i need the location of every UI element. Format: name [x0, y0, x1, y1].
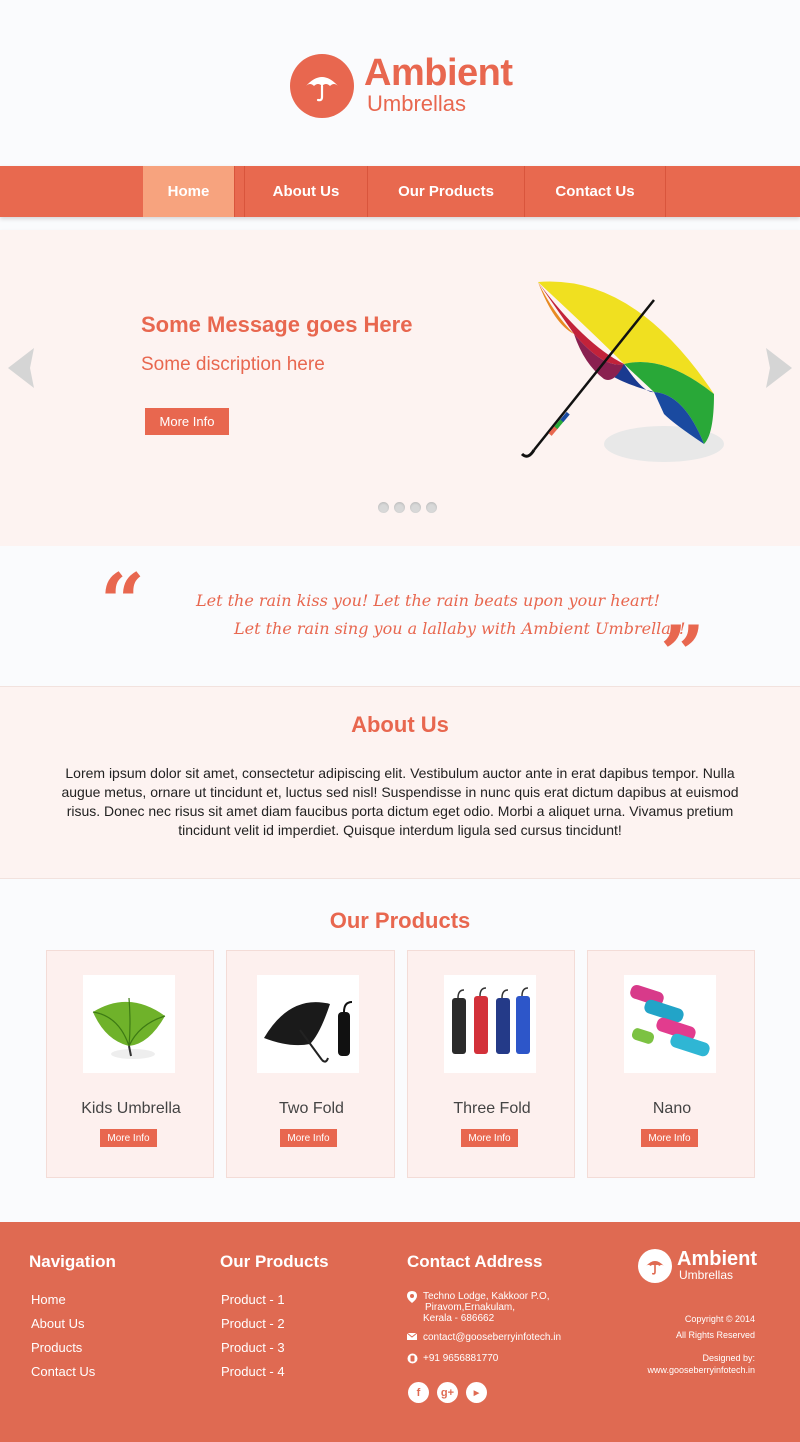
- slider-dots: [378, 502, 437, 513]
- footer-link-product-4[interactable]: Product - 4: [221, 1364, 285, 1388]
- footer-link-products[interactable]: Products: [31, 1340, 95, 1364]
- umbrella-icon: [290, 54, 354, 118]
- rainbow-umbrella-image: [514, 274, 734, 474]
- footer-products-list: Product - 1 Product - 2 Product - 3 Prod…: [221, 1292, 285, 1388]
- main-nav: Home About Us Our Products Contact Us: [0, 166, 800, 217]
- copyright-line-1: Copyright © 2014: [684, 1314, 755, 1324]
- mail-icon: [406, 1332, 423, 1343]
- copyright-line-2: All Rights Reserved: [675, 1330, 755, 1340]
- footer-brand-title: Ambient: [677, 1248, 757, 1270]
- product-more-info-button[interactable]: More Info: [280, 1129, 337, 1147]
- facebook-icon[interactable]: f: [408, 1382, 429, 1403]
- footer-email: contact@gooseberryinfotech.in: [406, 1332, 561, 1343]
- about-section: About Us Lorem ipsum dolor sit amet, con…: [0, 686, 800, 879]
- brand-subtitle: Umbrellas: [367, 91, 467, 116]
- product-card[interactable]: Kids Umbrella More Info: [46, 950, 214, 1178]
- slide-description: Some discription here: [141, 354, 325, 375]
- designed-by: Designed by: www.gooseberryinfotech.in: [647, 1352, 755, 1376]
- location-pin-icon: [407, 1291, 423, 1324]
- quote-section: “ Let the rain kiss you! Let the rain be…: [0, 546, 800, 694]
- product-more-info-button[interactable]: More Info: [461, 1129, 518, 1147]
- slider-dot[interactable]: [410, 502, 421, 513]
- nav-our-products[interactable]: Our Products: [368, 166, 525, 217]
- footer-link-product-3[interactable]: Product - 3: [221, 1340, 285, 1364]
- product-card[interactable]: Three Fold More Info: [407, 950, 575, 1178]
- designed-by-label: Designed by:: [702, 1353, 755, 1363]
- brand-title: Ambient: [364, 52, 513, 94]
- footer-brand-subtitle: Umbrellas: [679, 1268, 734, 1282]
- footer-nav-heading: Navigation: [29, 1252, 116, 1271]
- slide-more-info-button[interactable]: More Info: [145, 408, 229, 435]
- footer-contact-heading: Contact Address: [407, 1252, 543, 1271]
- products-section: Our Products Kids Umbrella More Info Two…: [0, 880, 800, 1222]
- nano-umbrella-image: [624, 975, 716, 1073]
- footer-link-product-1[interactable]: Product - 1: [221, 1292, 285, 1316]
- address-line-3: Kerala - 686662: [423, 1313, 495, 1324]
- address-line-1: Techno Lodge, Kakkoor P.O,: [423, 1291, 550, 1302]
- google-plus-icon[interactable]: g+: [437, 1382, 458, 1403]
- nav-home[interactable]: Home: [143, 166, 235, 217]
- about-text: Lorem ipsum dolor sit amet, consectetur …: [61, 765, 739, 838]
- address-line-2: Piravom,Ernakulam,: [425, 1302, 516, 1313]
- slider-dot[interactable]: [394, 502, 405, 513]
- product-name: Three Fold: [453, 1100, 531, 1117]
- brand-logo[interactable]: Ambient Umbrellas: [290, 54, 513, 118]
- product-name: Kids Umbrella: [81, 1100, 181, 1117]
- footer-nav-list: Home About Us Products Contact Us: [31, 1292, 95, 1388]
- two-fold-umbrella-image: [257, 975, 359, 1073]
- slider-dot[interactable]: [378, 502, 389, 513]
- product-more-info-button[interactable]: More Info: [641, 1129, 698, 1147]
- site-footer: Navigation Home About Us Products Contac…: [0, 1222, 800, 1442]
- product-name: Nano: [652, 1100, 692, 1117]
- email-address[interactable]: contact@gooseberryinfotech.in: [423, 1332, 561, 1343]
- products-title: Our Products: [329, 908, 471, 933]
- about-title: About Us: [351, 712, 449, 737]
- slider-next-arrow-icon[interactable]: [760, 346, 800, 390]
- footer-link-contact-us[interactable]: Contact Us: [31, 1364, 95, 1388]
- youtube-icon[interactable]: ▶: [466, 1382, 487, 1403]
- footer-link-about-us[interactable]: About Us: [31, 1316, 95, 1340]
- product-more-info-button[interactable]: More Info: [100, 1129, 157, 1147]
- kids-umbrella-image: [83, 975, 175, 1073]
- footer-products-heading: Our Products: [220, 1252, 329, 1271]
- footer-brand-logo[interactable]: Ambient Umbrellas: [638, 1249, 757, 1283]
- product-name: Two Fold: [279, 1100, 344, 1117]
- open-quote-icon: “: [100, 557, 145, 648]
- three-fold-umbrella-image: [444, 975, 536, 1073]
- nav-about-us[interactable]: About Us: [244, 166, 368, 217]
- footer-address: Techno Lodge, Kakkoor P.O, Piravom,Ernak…: [407, 1291, 550, 1324]
- umbrella-icon: [638, 1249, 672, 1283]
- nav-contact-us[interactable]: Contact Us: [525, 166, 666, 217]
- slide-title: Some Message goes Here: [141, 312, 413, 337]
- designed-by-link[interactable]: www.gooseberryinfotech.in: [647, 1364, 755, 1376]
- copyright: Copyright © 2014 All Rights Reserved: [676, 1313, 755, 1341]
- slider-dot[interactable]: [426, 502, 437, 513]
- slider-prev-arrow-icon[interactable]: [0, 346, 40, 390]
- site-header: Ambient Umbrellas: [0, 0, 800, 166]
- phone-icon: [407, 1353, 423, 1367]
- quote-line-1: Let the rain kiss you! Let the rain beat…: [196, 591, 661, 610]
- footer-link-home[interactable]: Home: [31, 1292, 95, 1316]
- hero-slider: Some Message goes Here Some discription …: [0, 230, 800, 546]
- quote-line-2: Let the rain sing you a lallaby with Amb…: [234, 619, 686, 638]
- phone-number: +91 9656881770: [423, 1353, 499, 1364]
- close-quote-icon: ”: [660, 609, 705, 700]
- product-card[interactable]: Nano More Info: [587, 950, 755, 1178]
- product-card[interactable]: Two Fold More Info: [226, 950, 395, 1178]
- footer-phone: +91 9656881770: [407, 1353, 498, 1367]
- footer-link-product-2[interactable]: Product - 2: [221, 1316, 285, 1340]
